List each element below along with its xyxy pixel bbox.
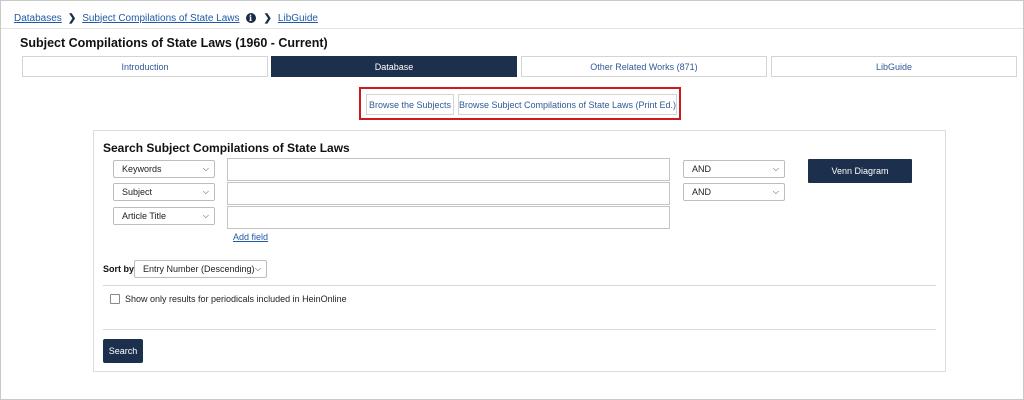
search-input-3[interactable] — [227, 206, 670, 229]
breadcrumb-databases-link[interactable]: Databases — [14, 13, 62, 24]
page-title: Subject Compilations of State Laws (1960… — [20, 36, 328, 50]
operator-select-2-value: AND — [692, 187, 712, 197]
operator-select-2[interactable]: AND ⌵ — [683, 183, 785, 201]
divider — [103, 329, 936, 330]
tab-introduction[interactable]: Introduction — [22, 56, 268, 77]
info-icon[interactable]: i — [245, 13, 256, 23]
field-select-3[interactable]: Article Title ⌵ — [113, 207, 215, 225]
search-panel-title: Search Subject Compilations of State Law… — [103, 141, 350, 155]
field-select-3-value: Article Title — [122, 211, 167, 221]
chevron-right-icon: ❯ — [263, 12, 272, 24]
browse-print-edition-button[interactable]: Browse Subject Compilations of State Law… — [458, 94, 677, 115]
tab-bar: Introduction Database Other Related Work… — [22, 56, 1017, 77]
breadcrumb-collection-link[interactable]: Subject Compilations of State Laws — [82, 13, 239, 24]
operator-select-1-value: AND — [692, 164, 712, 174]
breadcrumb: Databases ❯ Subject Compilations of Stat… — [14, 9, 318, 27]
search-panel: Search Subject Compilations of State Law… — [93, 130, 946, 372]
search-input-2[interactable] — [227, 182, 670, 205]
divider — [103, 285, 936, 286]
periodicals-checkbox-label: Show only results for periodicals includ… — [125, 294, 347, 304]
periodicals-filter-row: Show only results for periodicals includ… — [110, 294, 347, 304]
tab-libguide[interactable]: LibGuide — [771, 56, 1017, 77]
field-select-1[interactable]: Keywords ⌵ — [113, 160, 215, 178]
sort-select[interactable]: Entry Number (Descending) ⌵ — [134, 260, 267, 278]
field-select-1-value: Keywords — [122, 164, 162, 174]
chevron-right-icon: ❯ — [67, 12, 77, 24]
chevron-down-icon: ⌵ — [202, 164, 209, 173]
browse-subjects-button[interactable]: Browse the Subjects — [366, 94, 454, 115]
chevron-down-icon: ⌵ — [772, 164, 779, 173]
breadcrumb-divider — [1, 28, 1023, 29]
chevron-down-icon: ⌵ — [202, 211, 209, 220]
chevron-down-icon: ⌵ — [772, 187, 779, 196]
search-button[interactable]: Search — [103, 339, 143, 363]
chevron-down-icon: ⌵ — [202, 187, 209, 196]
browse-highlight-box: Browse the Subjects Browse Subject Compi… — [359, 87, 681, 120]
chevron-down-icon: ⌵ — [254, 264, 261, 273]
tab-database[interactable]: Database — [271, 56, 517, 77]
venn-diagram-button[interactable]: Venn Diagram — [808, 159, 912, 183]
field-select-2[interactable]: Subject ⌵ — [113, 183, 215, 201]
operator-select-1[interactable]: AND ⌵ — [683, 160, 785, 178]
field-select-2-value: Subject — [122, 187, 153, 197]
add-field-link[interactable]: Add field — [233, 232, 268, 242]
periodicals-checkbox[interactable] — [110, 294, 120, 304]
tab-other-related-works[interactable]: Other Related Works (871) — [521, 56, 767, 77]
breadcrumb-libguide-link[interactable]: LibGuide — [278, 13, 318, 24]
sort-select-value: Entry Number (Descending) — [143, 264, 255, 274]
search-input-1[interactable] — [227, 158, 670, 181]
sort-by-label: Sort by: — [103, 264, 138, 274]
